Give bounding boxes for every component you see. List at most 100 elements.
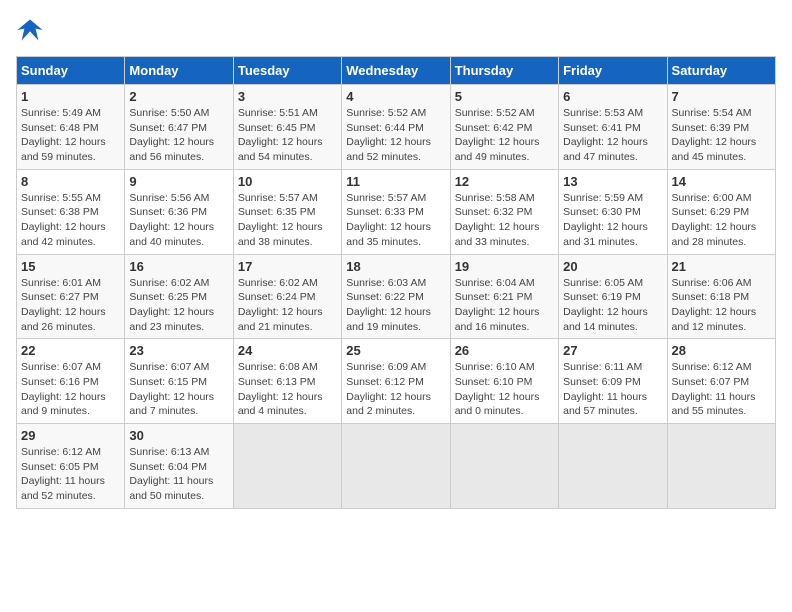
day-number: 25 [346,343,445,358]
day-detail: Sunrise: 6:13 AMSunset: 6:04 PMDaylight:… [129,445,228,504]
day-detail: Sunrise: 5:51 AMSunset: 6:45 PMDaylight:… [238,106,337,165]
day-number: 4 [346,89,445,104]
calendar-cell: 17 Sunrise: 6:02 AMSunset: 6:24 PMDayligh… [233,254,341,339]
weekday-header: Wednesday [342,57,450,85]
calendar-cell: 1 Sunrise: 5:49 AMSunset: 6:48 PMDaylight… [17,85,125,170]
calendar-cell: 29 Sunrise: 6:12 AMSunset: 6:05 PMDayligh… [17,424,125,509]
calendar-cell: 15 Sunrise: 6:01 AMSunset: 6:27 PMDayligh… [17,254,125,339]
calendar-table: SundayMondayTuesdayWednesdayThursdayFrid… [16,56,776,509]
day-detail: Sunrise: 5:56 AMSunset: 6:36 PMDaylight:… [129,191,228,250]
weekday-header: Friday [559,57,667,85]
day-number: 22 [21,343,120,358]
day-number: 29 [21,428,120,443]
calendar-cell: 16 Sunrise: 6:02 AMSunset: 6:25 PMDayligh… [125,254,233,339]
day-detail: Sunrise: 5:50 AMSunset: 6:47 PMDaylight:… [129,106,228,165]
calendar-cell: 20 Sunrise: 6:05 AMSunset: 6:19 PMDayligh… [559,254,667,339]
day-number: 10 [238,174,337,189]
day-detail: Sunrise: 6:02 AMSunset: 6:25 PMDaylight:… [129,276,228,335]
day-detail: Sunrise: 6:02 AMSunset: 6:24 PMDaylight:… [238,276,337,335]
day-number: 30 [129,428,228,443]
day-detail: Sunrise: 5:49 AMSunset: 6:48 PMDaylight:… [21,106,120,165]
day-number: 21 [672,259,771,274]
calendar-cell [667,424,775,509]
weekday-header: Monday [125,57,233,85]
day-number: 19 [455,259,554,274]
calendar-cell: 18 Sunrise: 6:03 AMSunset: 6:22 PMDayligh… [342,254,450,339]
day-detail: Sunrise: 5:52 AMSunset: 6:42 PMDaylight:… [455,106,554,165]
calendar-cell [559,424,667,509]
calendar-cell: 8 Sunrise: 5:55 AMSunset: 6:38 PMDaylight… [17,169,125,254]
day-number: 27 [563,343,662,358]
calendar-cell: 2 Sunrise: 5:50 AMSunset: 6:47 PMDaylight… [125,85,233,170]
calendar-cell: 5 Sunrise: 5:52 AMSunset: 6:42 PMDaylight… [450,85,558,170]
day-detail: Sunrise: 6:07 AMSunset: 6:15 PMDaylight:… [129,360,228,419]
day-detail: Sunrise: 6:09 AMSunset: 6:12 PMDaylight:… [346,360,445,419]
calendar-cell [342,424,450,509]
day-detail: Sunrise: 6:01 AMSunset: 6:27 PMDaylight:… [21,276,120,335]
day-number: 26 [455,343,554,358]
calendar-cell: 27 Sunrise: 6:11 AMSunset: 6:09 PMDayligh… [559,339,667,424]
weekday-header: Tuesday [233,57,341,85]
calendar-cell: 23 Sunrise: 6:07 AMSunset: 6:15 PMDayligh… [125,339,233,424]
weekday-header: Saturday [667,57,775,85]
day-number: 16 [129,259,228,274]
calendar-cell: 24Sunrise: 6:08 AMSunset: 6:13 PMDayligh… [233,339,341,424]
day-detail: Sunrise: 5:57 AMSunset: 6:33 PMDaylight:… [346,191,445,250]
day-detail: Sunrise: 6:03 AMSunset: 6:22 PMDaylight:… [346,276,445,335]
calendar-cell: 13 Sunrise: 5:59 AMSunset: 6:30 PMDayligh… [559,169,667,254]
day-number: 8 [21,174,120,189]
calendar-cell: 25 Sunrise: 6:09 AMSunset: 6:12 PMDayligh… [342,339,450,424]
day-detail: Sunrise: 5:58 AMSunset: 6:32 PMDaylight:… [455,191,554,250]
calendar-cell: 28Sunrise: 6:12 AMSunset: 6:07 PMDayligh… [667,339,775,424]
day-detail: Sunrise: 5:57 AMSunset: 6:35 PMDaylight:… [238,191,337,250]
day-number: 12 [455,174,554,189]
calendar-cell: 22 Sunrise: 6:07 AMSunset: 6:16 PMDayligh… [17,339,125,424]
calendar-cell: 9 Sunrise: 5:56 AMSunset: 6:36 PMDaylight… [125,169,233,254]
weekday-header: Sunday [17,57,125,85]
day-detail: Sunrise: 5:53 AMSunset: 6:41 PMDaylight:… [563,106,662,165]
day-number: 23 [129,343,228,358]
day-number: 5 [455,89,554,104]
day-detail: Sunrise: 6:00 AMSunset: 6:29 PMDaylight:… [672,191,771,250]
calendar-cell: 4 Sunrise: 5:52 AMSunset: 6:44 PMDaylight… [342,85,450,170]
calendar-cell: 12 Sunrise: 5:58 AMSunset: 6:32 PMDayligh… [450,169,558,254]
day-detail: Sunrise: 5:59 AMSunset: 6:30 PMDaylight:… [563,191,662,250]
weekday-header: Thursday [450,57,558,85]
calendar-cell: 21 Sunrise: 6:06 AMSunset: 6:18 PMDayligh… [667,254,775,339]
day-number: 6 [563,89,662,104]
day-number: 2 [129,89,228,104]
day-detail: Sunrise: 6:12 AMSunset: 6:05 PMDaylight:… [21,445,120,504]
calendar-cell: 7 Sunrise: 5:54 AMSunset: 6:39 PMDaylight… [667,85,775,170]
day-number: 7 [672,89,771,104]
page-header [16,16,776,44]
calendar-cell: 30 Sunrise: 6:13 AMSunset: 6:04 PMDayligh… [125,424,233,509]
day-number: 3 [238,89,337,104]
logo-icon [16,16,44,44]
day-detail: Sunrise: 6:12 AMSunset: 6:07 PMDaylight:… [672,360,771,419]
calendar-cell: 19Sunrise: 6:04 AMSunset: 6:21 PMDayligh… [450,254,558,339]
calendar-cell: 3 Sunrise: 5:51 AMSunset: 6:45 PMDaylight… [233,85,341,170]
day-detail: Sunrise: 6:11 AMSunset: 6:09 PMDaylight:… [563,360,662,419]
day-number: 14 [672,174,771,189]
calendar-cell: 10 Sunrise: 5:57 AMSunset: 6:35 PMDayligh… [233,169,341,254]
day-detail: Sunrise: 6:05 AMSunset: 6:19 PMDaylight:… [563,276,662,335]
calendar-cell: 14 Sunrise: 6:00 AMSunset: 6:29 PMDayligh… [667,169,775,254]
day-number: 9 [129,174,228,189]
calendar-cell [450,424,558,509]
logo [16,16,48,44]
day-detail: Sunrise: 5:52 AMSunset: 6:44 PMDaylight:… [346,106,445,165]
day-number: 13 [563,174,662,189]
day-detail: Sunrise: 6:06 AMSunset: 6:18 PMDaylight:… [672,276,771,335]
day-number: 15 [21,259,120,274]
day-number: 1 [21,89,120,104]
calendar-cell [233,424,341,509]
day-number: 20 [563,259,662,274]
day-number: 17 [238,259,337,274]
day-number: 18 [346,259,445,274]
day-detail: Sunrise: 5:55 AMSunset: 6:38 PMDaylight:… [21,191,120,250]
day-detail: Sunrise: 6:07 AMSunset: 6:16 PMDaylight:… [21,360,120,419]
calendar-cell: 26Sunrise: 6:10 AMSunset: 6:10 PMDayligh… [450,339,558,424]
day-detail: Sunrise: 5:54 AMSunset: 6:39 PMDaylight:… [672,106,771,165]
calendar-cell: 6 Sunrise: 5:53 AMSunset: 6:41 PMDaylight… [559,85,667,170]
calendar-cell: 11Sunrise: 5:57 AMSunset: 6:33 PMDayligh… [342,169,450,254]
